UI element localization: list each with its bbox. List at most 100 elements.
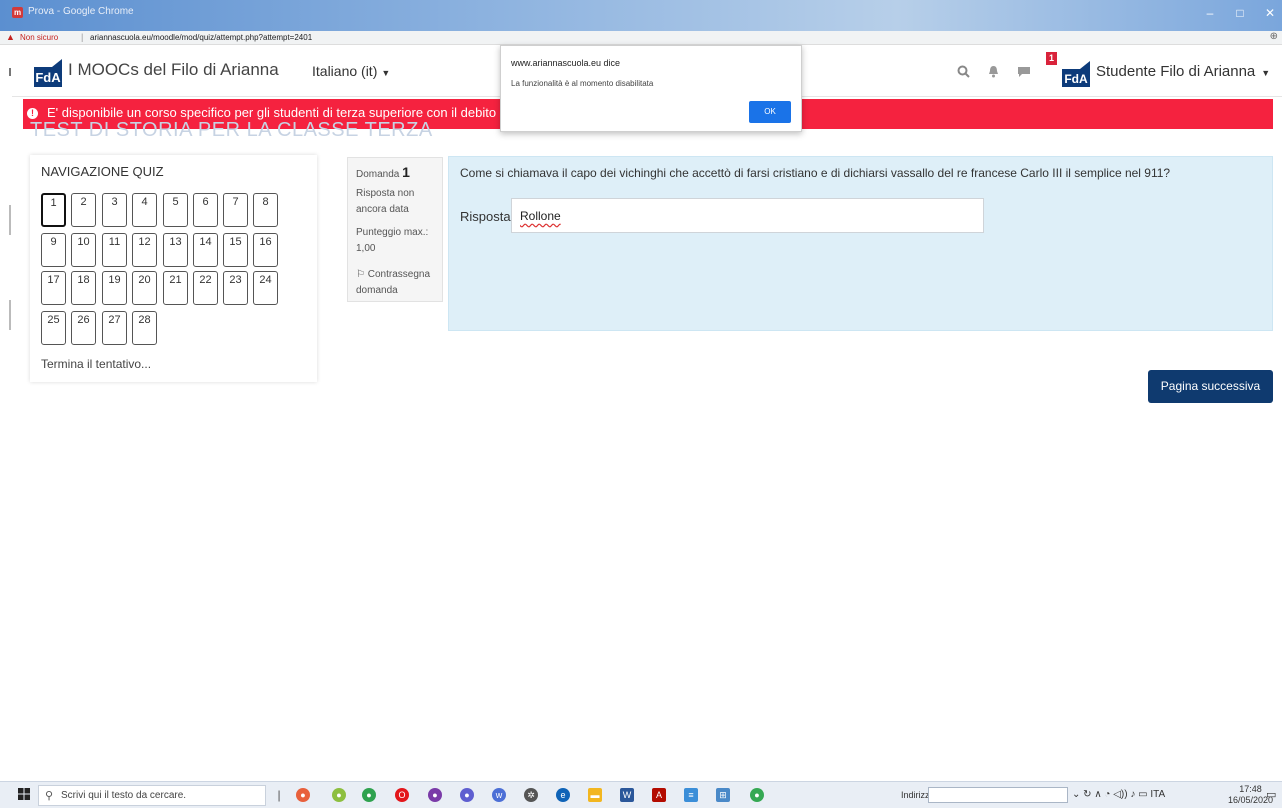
quiz-nav-button[interactable]: 26 [71,311,96,345]
zoom-icon[interactable]: ⊕ [1270,31,1278,42]
quiz-nav-button[interactable]: 6 [193,193,218,227]
quiz-navigation-block: NAVIGAZIONE QUIZ 1 2 3 4 5 6 7 8 9 10 11 12 13 14 15 16… [30,155,317,382]
quiz-nav-button[interactable]: 11 [102,233,127,267]
minimize-button[interactable]: – [1200,6,1220,20]
question-number: Domanda 1 [356,164,410,180]
quiz-nav-button[interactable]: 20 [132,271,157,305]
user-name: Studente Filo di Arianna [1096,63,1256,80]
quiz-nav-button[interactable]: 21 [163,271,188,305]
edge-icon[interactable]: e [556,788,570,802]
window-titlebar: m Prova - Google Chrome – □ ✕ [0,0,1282,31]
system-tray[interactable]: ⌄ ↻ ∧ ◔ ◁)) ♪ ▭ ITA [1072,789,1165,800]
firefox-icon[interactable]: ● [296,788,310,802]
quiz-nav-button[interactable]: 3 [102,193,127,227]
word-icon[interactable]: W [620,788,634,802]
opera-icon[interactable]: O [395,788,409,802]
quiz-nav-button[interactable]: 8 [253,193,278,227]
quiz-nav-button[interactable]: 17 [41,271,66,305]
quiz-nav-button[interactable]: 27 [102,311,127,345]
flag-icon: ⚐ [356,269,365,280]
quiz-nav-button[interactable]: 14 [193,233,218,267]
next-page-button[interactable]: Pagina successiva [1148,370,1273,403]
chevron-down-icon: ▼ [381,68,391,78]
quiz-nav-button[interactable]: 13 [163,233,188,267]
flag-question-toggle[interactable]: ⚐ Contrassegna domanda [356,267,446,299]
edge-mark [9,68,11,76]
quiz-nav-button[interactable]: 1 [41,193,66,227]
quiz-nav-button[interactable]: 18 [71,271,96,305]
alert-icon: ! [27,108,38,119]
question-state: Risposta non ancora data [356,188,415,215]
windows-start-icon[interactable] [18,788,30,803]
quiz-nav-button[interactable]: 2 [71,193,96,227]
user-avatar[interactable]: FdA [1062,69,1090,87]
windows-taskbar: ⚲ Scrivi qui il testo da cercare. | ● ● ●… [0,781,1282,808]
language-label: Italiano (it) [312,63,378,79]
app-icon[interactable]: w [492,788,506,802]
clock-time: 17:48 [1239,784,1262,794]
document-icon[interactable]: ≡ [684,788,698,802]
quiz-nav-button[interactable]: 22 [193,271,218,305]
quiz-nav-button[interactable]: 15 [223,233,248,267]
security-label[interactable]: Non sicuro [20,33,58,42]
input-language[interactable]: ITA [1150,789,1165,800]
quiz-nav-button[interactable]: 25 [41,311,66,345]
answer-label: Risposta: [460,209,515,224]
url-text[interactable]: ariannascuola.eu/moodle/mod/quiz/attempt… [90,33,312,42]
app-icon[interactable]: ● [332,788,346,802]
task-view-icon[interactable]: | [272,788,286,802]
answer-input[interactable]: Rollone [511,198,984,233]
quiz-nav-button[interactable]: 28 [132,311,157,345]
address-toolbar-input[interactable] [928,787,1068,803]
quiz-nav-button[interactable]: 9 [41,233,66,267]
question-number-value: 1 [402,164,410,180]
question-info: Domanda 1 Risposta non ancora data Punte… [347,157,443,302]
bell-icon[interactable] [987,65,1000,81]
question-text: Come si chiamava il capo dei vichinghi c… [460,166,1171,180]
acrobat-icon[interactable]: A [652,788,666,802]
quiz-nav-button[interactable]: 10 [71,233,96,267]
flag-label: Contrassegna domanda [356,269,431,296]
notification-icon[interactable]: ▭ [1266,788,1276,801]
user-menu[interactable]: Studente Filo di Arianna ▼ [1096,63,1270,80]
search-icon: ⚲ [45,790,54,802]
chat-icon[interactable] [1017,65,1031,81]
network-icon[interactable]: ⊞ [716,788,730,802]
address-bar[interactable]: ▲ Non sicuro | ariannascuola.eu/moodle/m… [0,31,1282,45]
dialog-ok-button[interactable]: OK [749,101,791,123]
site-name[interactable]: I MOOCs del Filo di Arianna [68,60,279,80]
settings-icon[interactable]: ✲ [524,788,538,802]
dialog-title: www.ariannascuola.eu dice [511,58,621,68]
media-icon[interactable]: ● [428,788,442,802]
edge-mark [9,300,11,330]
messages-badge: 1 [1046,52,1057,65]
tray-icons[interactable]: ⌄ ↻ ∧ ◔ ◁)) ♪ ▭ [1072,789,1148,800]
quiz-nav-button[interactable]: 12 [132,233,157,267]
folder-icon[interactable]: ▬ [588,788,602,802]
chrome-active-icon[interactable]: ● [750,788,764,802]
warning-icon[interactable]: ▲ [6,32,15,42]
recorder-icon[interactable]: ● [460,788,474,802]
quiz-nav-button[interactable]: 16 [253,233,278,267]
question-content: Come si chiamava il capo dei vichinghi c… [448,156,1273,331]
quiz-nav-button[interactable]: 7 [223,193,248,227]
language-menu[interactable]: Italiano (it) ▼ [312,63,390,79]
quiz-nav-button[interactable]: 24 [253,271,278,305]
quiz-nav-title: NAVIGAZIONE QUIZ [41,164,164,179]
window-title: Prova - Google Chrome [28,6,134,17]
quiz-nav-button[interactable]: 5 [163,193,188,227]
quiz-nav-button[interactable]: 19 [102,271,127,305]
close-button[interactable]: ✕ [1260,6,1280,20]
quiz-nav-button[interactable]: 23 [223,271,248,305]
search-icon[interactable] [957,65,970,81]
alert-text[interactable]: E' disponibile un corso specifico per gl… [47,105,545,120]
chrome-icon[interactable]: ● [362,788,376,802]
app-icon: m [12,7,23,18]
maximize-button[interactable]: □ [1230,6,1250,20]
page-title: TEST DI STORIA PER LA CLASSE TERZA [30,119,433,141]
finish-attempt-link[interactable]: Termina il tentativo... [41,357,151,371]
site-logo[interactable]: FdA [34,67,62,87]
question-label: Domanda [356,169,400,180]
quiz-nav-button[interactable]: 4 [132,193,157,227]
taskbar-search[interactable]: ⚲ Scrivi qui il testo da cercare. [38,785,266,806]
